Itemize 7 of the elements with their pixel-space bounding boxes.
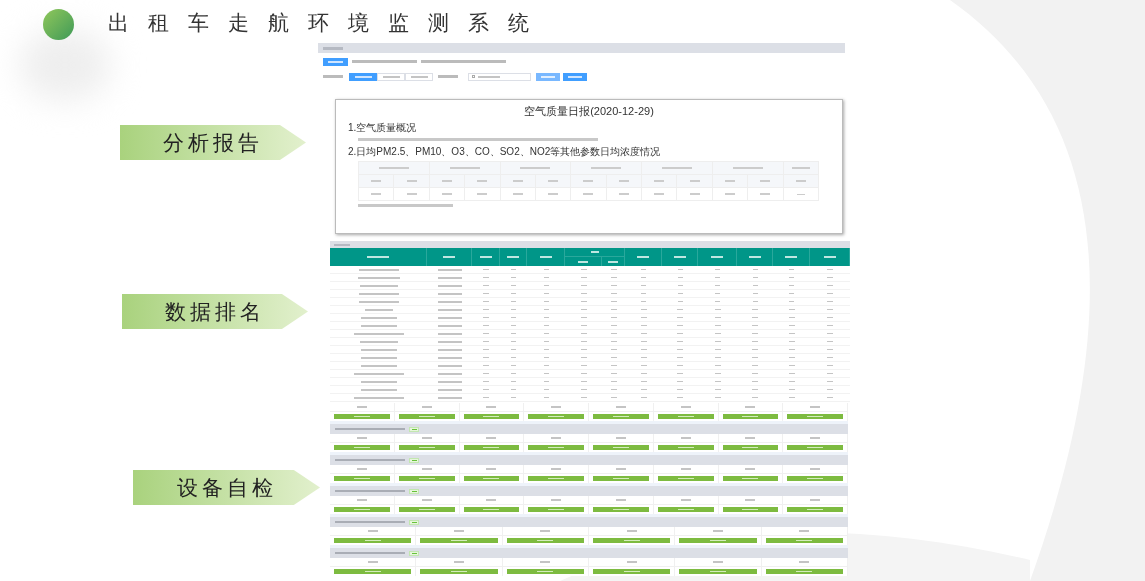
section-heading: 1.空气质量概况 [348, 122, 417, 134]
section-banner: 分析报告 [120, 125, 306, 160]
section-heading: 2.日均PM2.5、PM10、O3、CO、SO2、NO2等其他参数日均浓度情况 [348, 146, 661, 158]
report-title: 空气质量日报(2020-12-29) [524, 105, 654, 118]
section-banner: 数据排名 [122, 294, 308, 329]
page-title: 出租车走航环境监测系统 [108, 10, 548, 36]
section-banner: 设备自检 [133, 470, 320, 505]
